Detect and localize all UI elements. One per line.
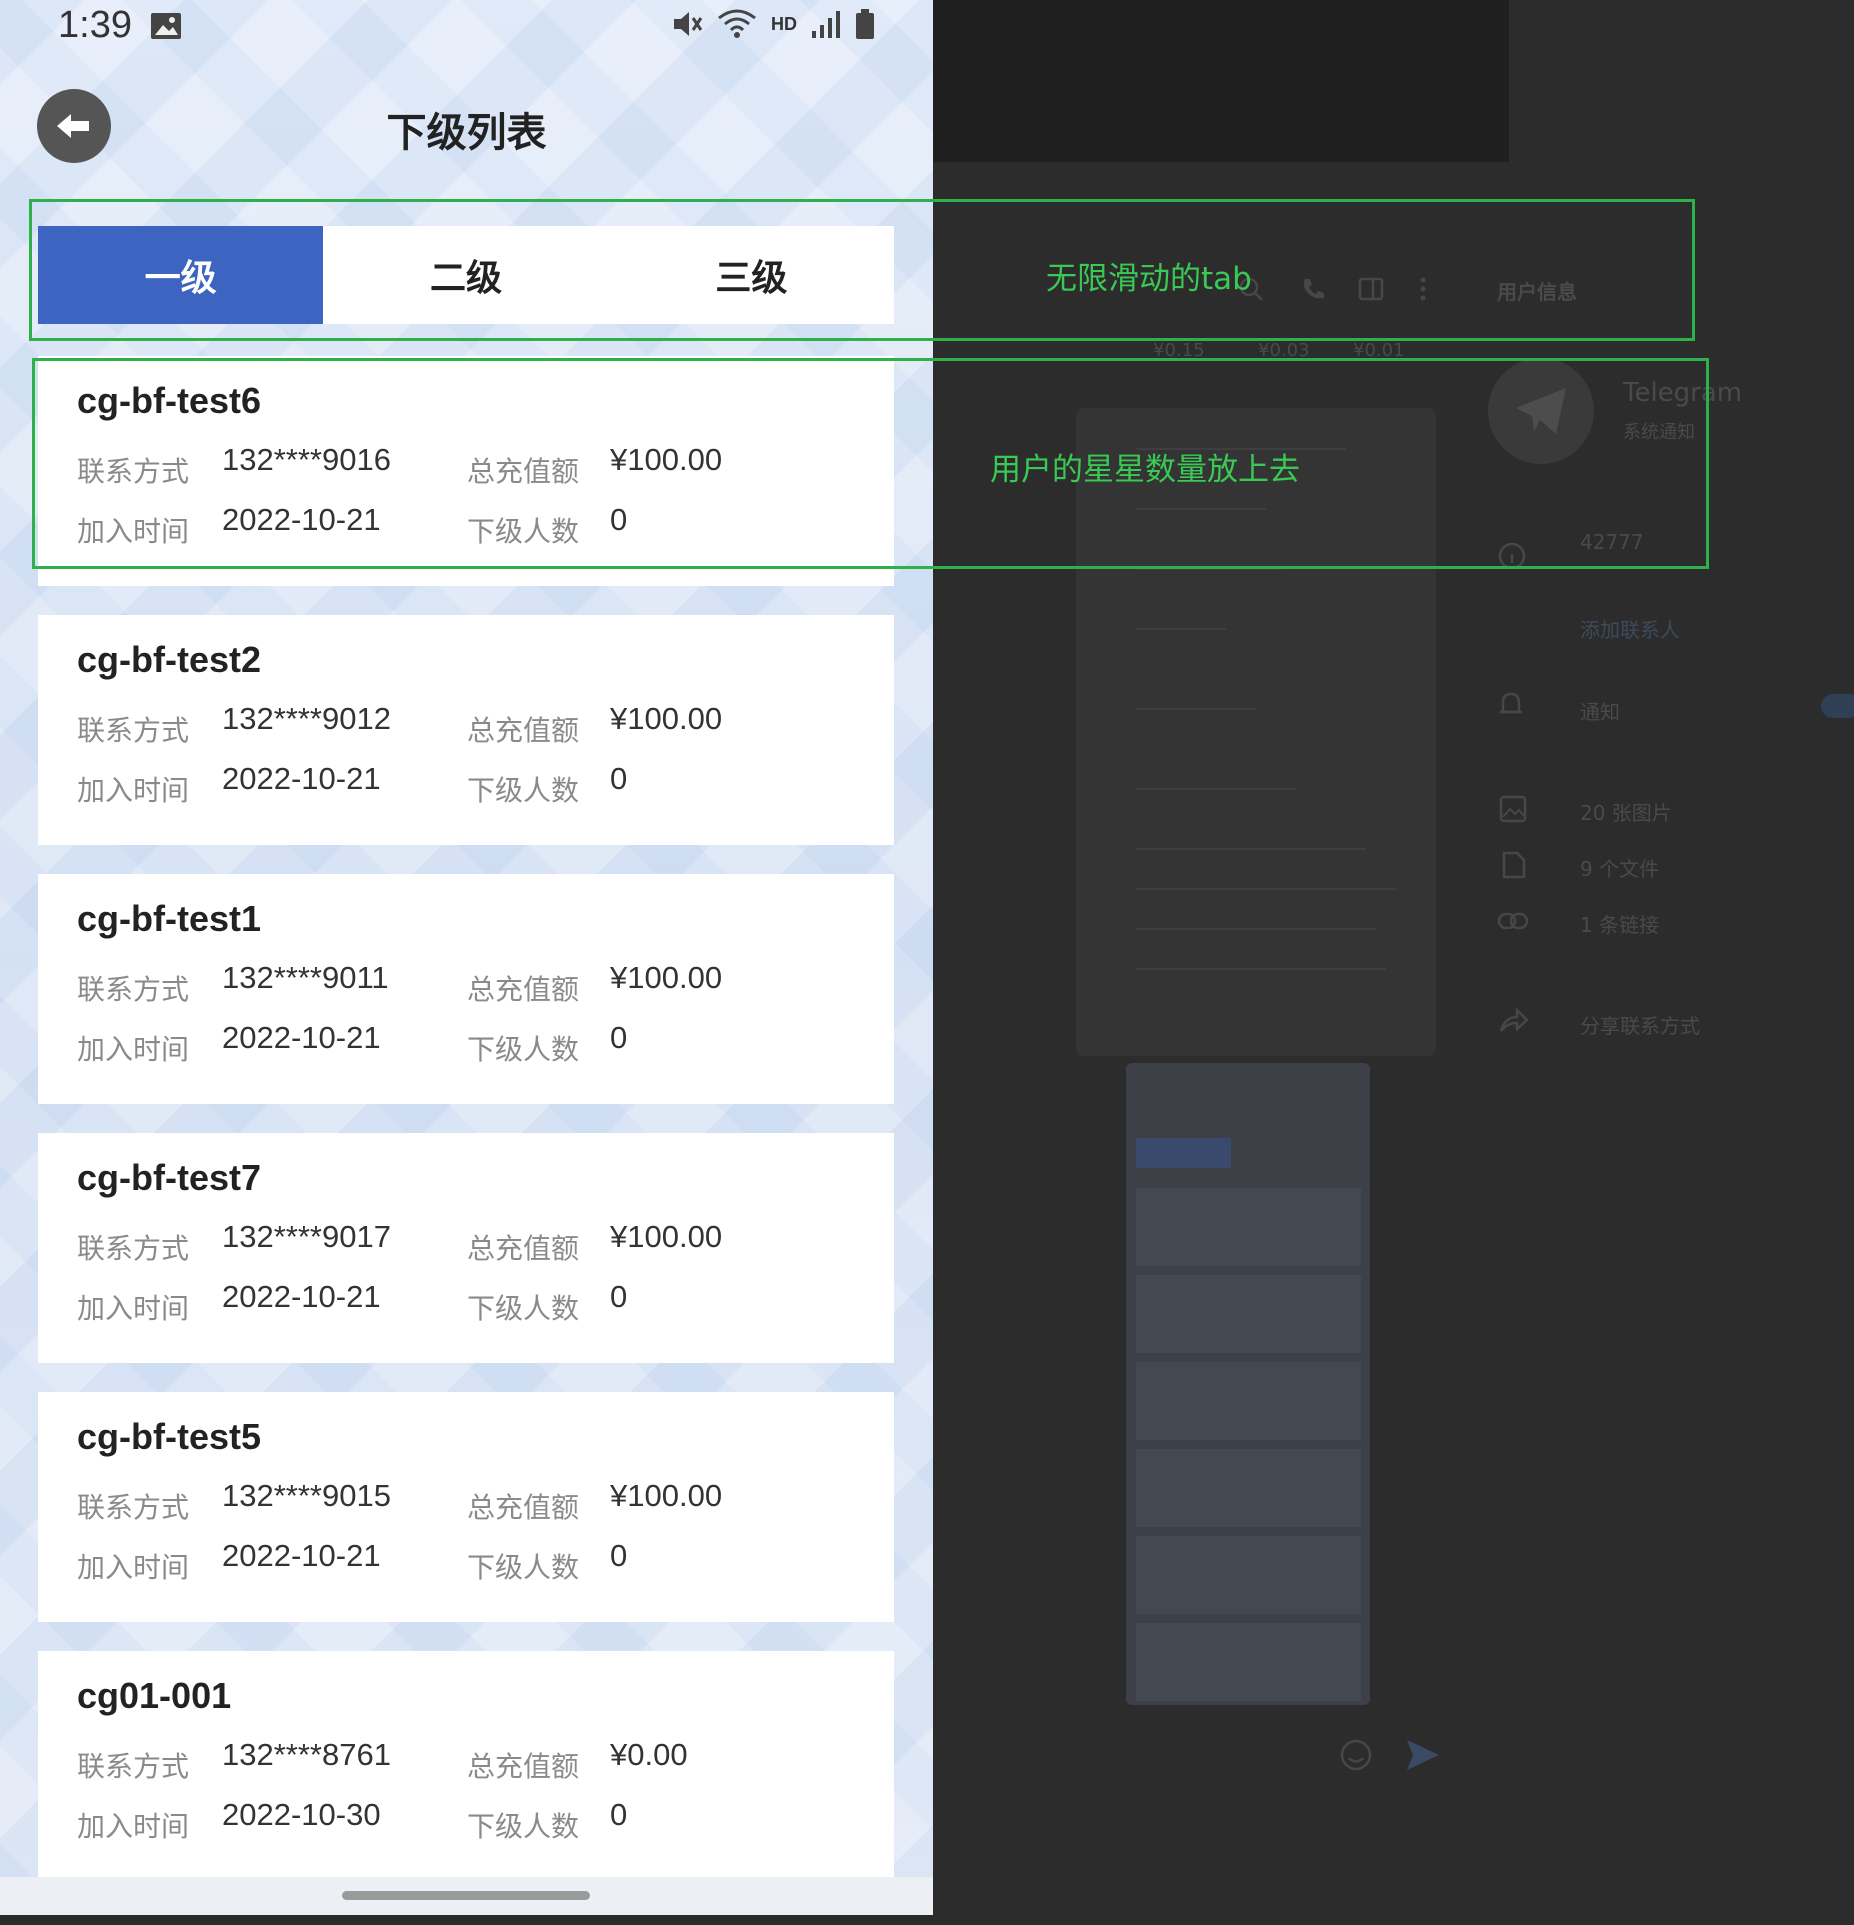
contact-value: 132****9015 — [222, 1478, 391, 1513]
mini-card — [1136, 1536, 1361, 1614]
join-time-label: 加入时间 — [77, 1033, 190, 1066]
page-title: 下级列表 — [386, 110, 547, 156]
card-annotation-note: 用户的星星数量放上去 — [990, 452, 1300, 488]
contact-value: 132****8761 — [222, 1737, 391, 1772]
total-recharge-label: 总充值额 — [467, 973, 580, 1006]
share-contact[interactable]: 分享联系方式 — [1580, 1010, 1700, 1039]
signal-icon — [812, 11, 840, 38]
total-recharge-value: ¥0.00 — [610, 1737, 688, 1772]
sub-count-value: 0 — [610, 1538, 628, 1573]
sub-count-value: 0 — [610, 1020, 628, 1055]
mini-tab — [1136, 1138, 1231, 1168]
member-name: cg-bf-test1 — [77, 898, 262, 939]
join-time-label: 加入时间 — [77, 1292, 190, 1325]
status-time: 1:39 — [58, 4, 132, 46]
notifications-label: 通知 — [1580, 700, 1620, 724]
link-icon — [1497, 912, 1529, 930]
join-time-value: 2022-10-30 — [222, 1797, 381, 1832]
hd-indicator: HD — [771, 13, 797, 34]
emoji-icon — [1340, 1739, 1372, 1771]
contact-label: 联系方式 — [77, 973, 190, 1006]
total-recharge-label: 总充值额 — [467, 714, 580, 747]
join-time-label: 加入时间 — [77, 774, 190, 807]
tab-annotation-note: 无限滑动的tab — [1046, 261, 1252, 297]
sub-count-value: 0 — [610, 1279, 628, 1314]
sub-count-label: 下级人数 — [467, 1551, 580, 1584]
mini-card — [1136, 1188, 1361, 1266]
sub-count-label: 下级人数 — [467, 1292, 580, 1325]
contact-label: 联系方式 — [77, 1750, 190, 1783]
home-indicator[interactable] — [342, 1891, 590, 1900]
member-card[interactable]: cg-bf-test1 联系方式 132****9011 总充值额 ¥100.0… — [38, 874, 894, 1104]
member-card[interactable]: cg01-001 联系方式 132****8761 总充值额 ¥0.00 加入时… — [38, 1651, 894, 1885]
mini-card — [1136, 1275, 1361, 1353]
member-name: cg01-001 — [77, 1675, 232, 1716]
join-time-value: 2022-10-21 — [222, 1279, 381, 1314]
notifications-toggle[interactable] — [1821, 694, 1854, 718]
join-time-value: 2022-10-21 — [222, 1538, 381, 1573]
file-icon — [1502, 851, 1526, 879]
photos-count[interactable]: 20 张图片 — [1580, 797, 1672, 826]
screenshot-thumbnail — [1126, 1063, 1370, 1705]
bell-icon — [1500, 692, 1522, 714]
member-card[interactable]: cg-bf-test5 联系方式 132****9015 总充值额 ¥100.0… — [38, 1392, 894, 1622]
contact-value: 132****9017 — [222, 1219, 391, 1254]
member-card[interactable]: cg-bf-test2 联系方式 132****9012 总充值额 ¥100.0… — [38, 615, 894, 845]
contact-label: 联系方式 — [77, 1232, 190, 1265]
sub-count-label: 下级人数 — [467, 1810, 580, 1843]
contact-value: 132****9012 — [222, 701, 391, 736]
status-icons: HD — [671, 8, 875, 40]
total-recharge-value: ¥100.00 — [610, 1478, 723, 1513]
sub-count-value: 0 — [610, 1797, 628, 1832]
mini-card — [1136, 1623, 1361, 1701]
total-recharge-value: ¥100.00 — [610, 701, 723, 736]
member-name: cg-bf-test5 — [77, 1416, 262, 1457]
join-time-label: 加入时间 — [77, 1551, 190, 1584]
join-time-value: 2022-10-21 — [222, 1020, 381, 1055]
mute-icon — [674, 12, 703, 36]
send-icon — [1407, 1740, 1439, 1770]
member-name: cg-bf-test2 — [77, 639, 262, 680]
total-recharge-value: ¥100.00 — [610, 960, 723, 995]
files-count[interactable]: 9 个文件 — [1580, 853, 1659, 882]
status-bar: 1:39 HD — [0, 0, 933, 56]
contact-value: 132****9011 — [222, 960, 389, 995]
total-recharge-label: 总充值额 — [467, 1750, 580, 1783]
image-icon — [151, 13, 181, 39]
tab-annotation-box — [29, 199, 1695, 341]
total-recharge-label: 总充值额 — [467, 1232, 580, 1265]
sub-count-value: 0 — [610, 761, 628, 796]
sub-count-label: 下级人数 — [467, 774, 580, 807]
sub-count-label: 下级人数 — [467, 1033, 580, 1066]
links-count[interactable]: 1 条链接 — [1580, 909, 1659, 938]
add-contact-link[interactable]: 添加联系人 — [1580, 614, 1680, 643]
join-time-value: 2022-10-21 — [222, 761, 381, 796]
contact-label: 联系方式 — [77, 1491, 190, 1524]
dark-image-region — [933, 0, 1509, 162]
member-card[interactable]: cg-bf-test7 联系方式 132****9017 总充值额 ¥100.0… — [38, 1133, 894, 1363]
mini-card — [1136, 1449, 1361, 1527]
battery-icon — [856, 9, 874, 39]
mini-card — [1136, 1362, 1361, 1440]
card-annotation-box — [32, 358, 1709, 569]
join-time-label: 加入时间 — [77, 1810, 190, 1843]
wifi-icon — [718, 9, 756, 38]
total-recharge-label: 总充值额 — [467, 1491, 580, 1524]
share-icon — [1499, 1007, 1529, 1032]
photos-icon — [1499, 795, 1527, 823]
member-name: cg-bf-test7 — [77, 1157, 262, 1198]
total-recharge-value: ¥100.00 — [610, 1219, 723, 1254]
contact-label: 联系方式 — [77, 714, 190, 747]
